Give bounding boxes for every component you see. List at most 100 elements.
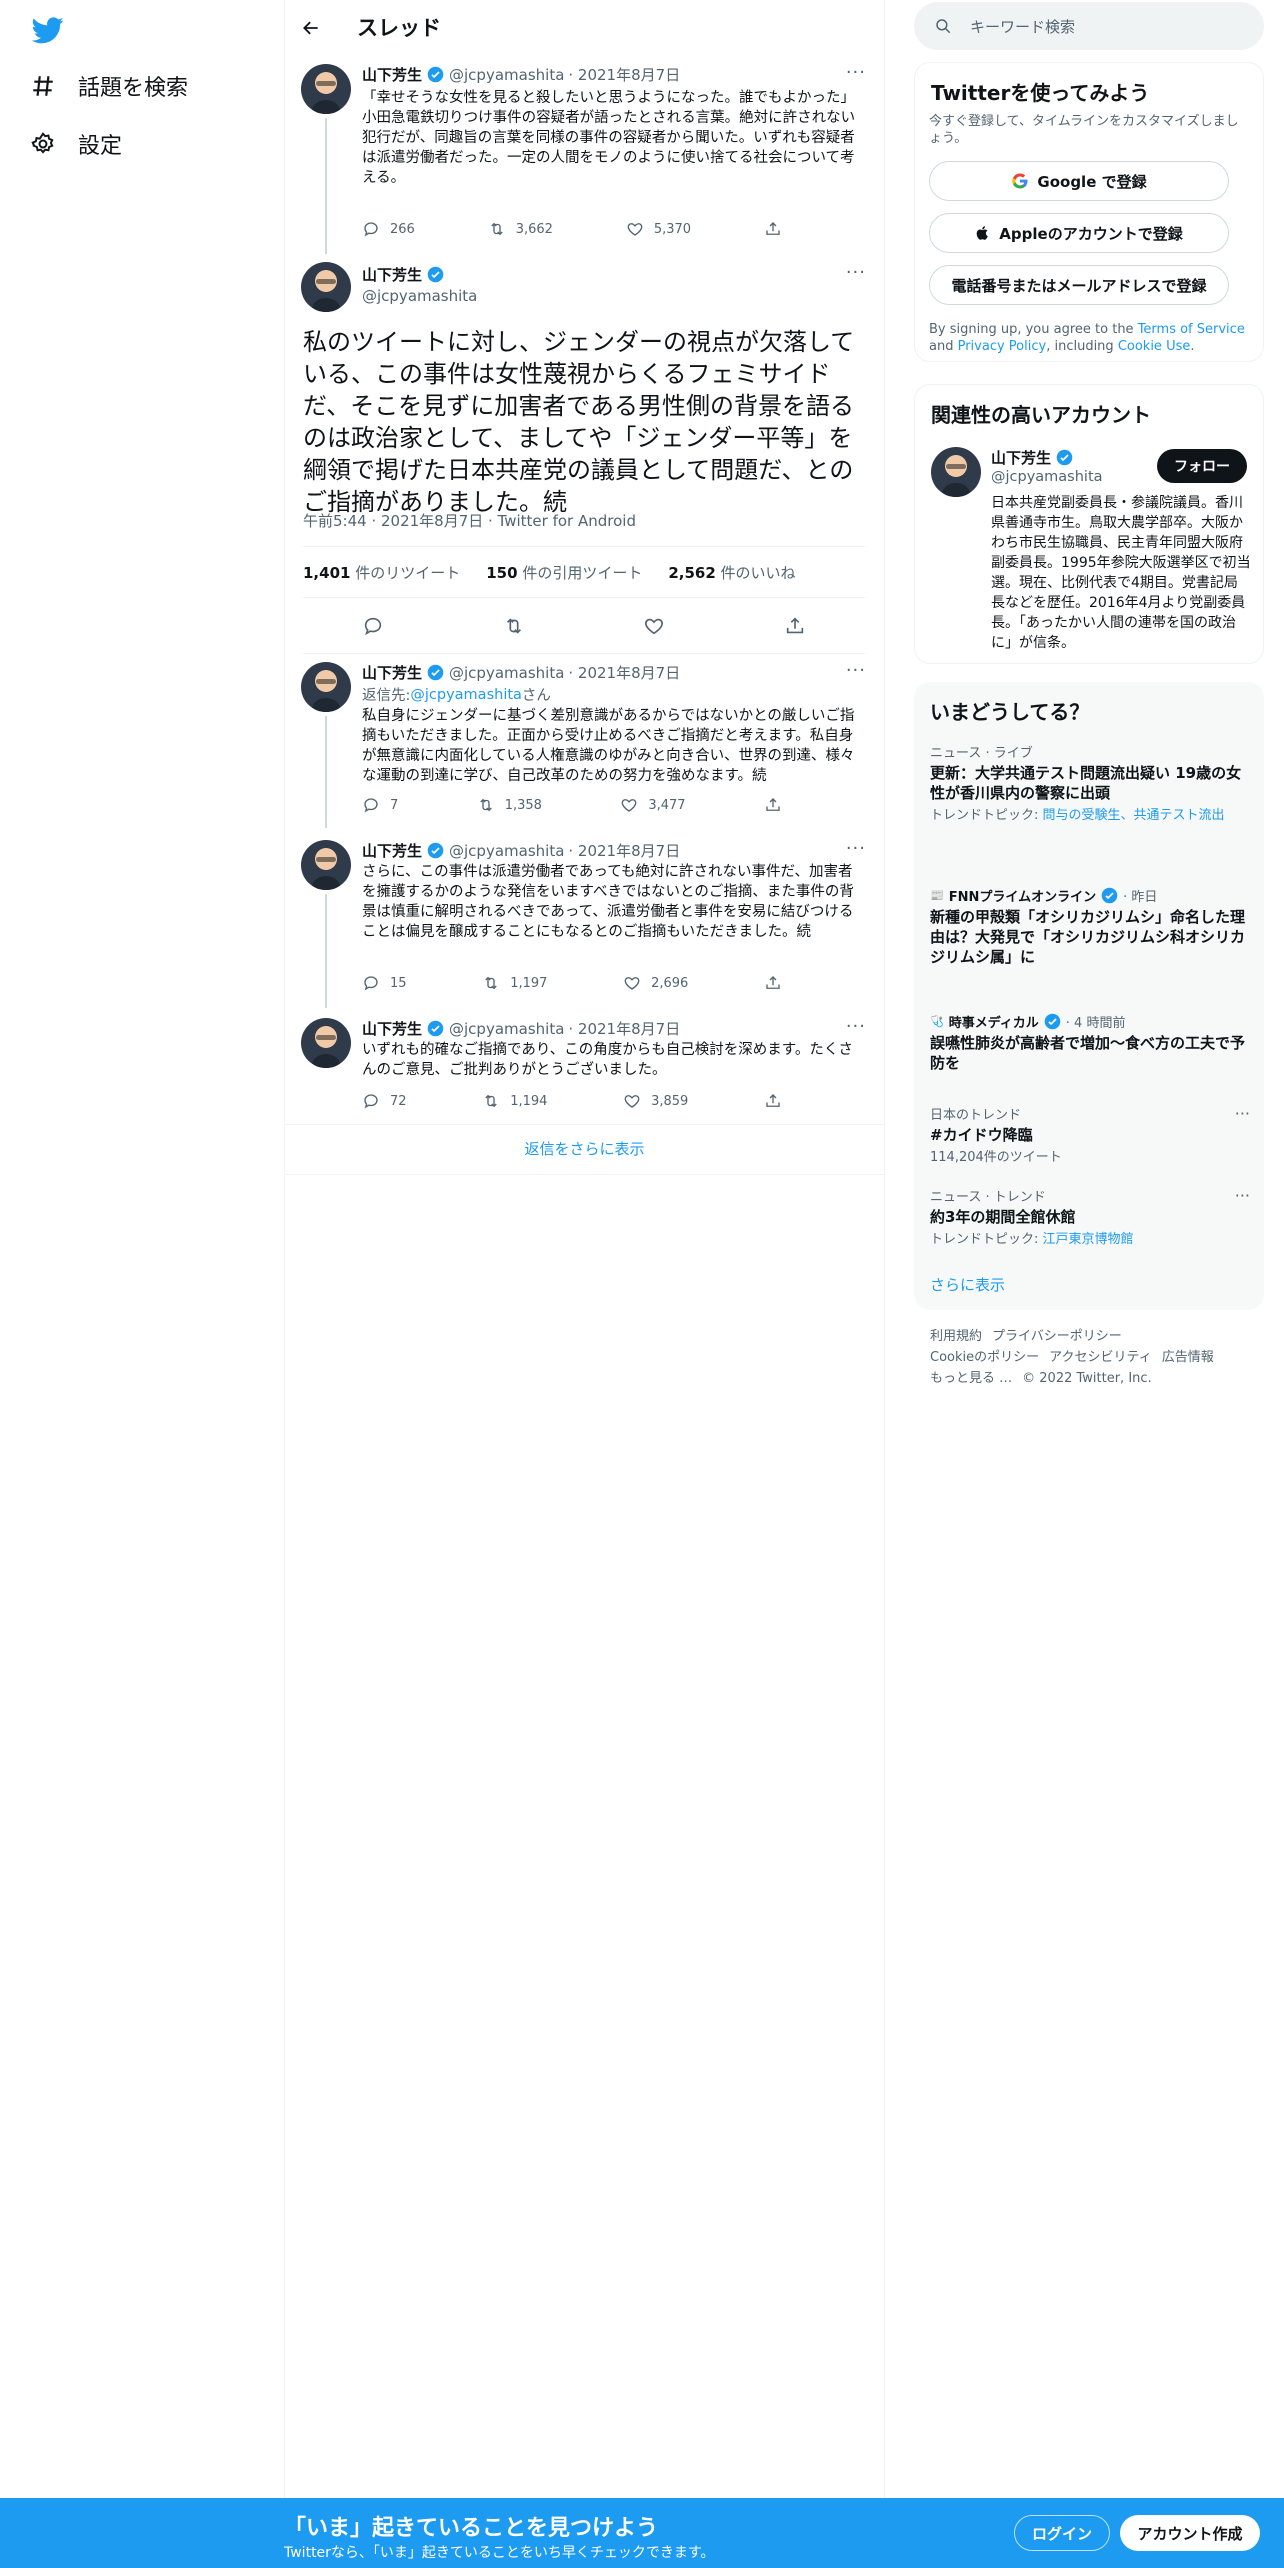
tweet-meta[interactable]: 午前5:44 · 2021年8月7日 · Twitter for Android: [303, 510, 636, 531]
retweet-button[interactable]: 1,358: [477, 796, 542, 814]
retweet-button[interactable]: 1,197: [482, 974, 547, 992]
more-options-icon[interactable]: ···: [846, 1016, 866, 1037]
retweet-icon: [479, 798, 492, 812]
tweet-date[interactable]: · 2021年8月7日: [568, 1018, 680, 1039]
retweet-button[interactable]: 3,662: [488, 220, 553, 238]
google-signup-button[interactable]: Google で登録: [929, 161, 1229, 201]
apple-signup-button[interactable]: Appleのアカウントで登録: [929, 213, 1229, 253]
trend-item[interactable]: ニュース · トレンド 約3年の期間全館休館 トレンドトピック: 江戸東京博物館…: [930, 1186, 1250, 1248]
trends-show-more-link[interactable]: さらに表示: [930, 1274, 1005, 1295]
quotes-stat[interactable]: 150 件の引用ツイート: [486, 562, 642, 583]
reply-button[interactable]: 266: [362, 220, 415, 238]
tweet-date[interactable]: · 2021年8月7日: [568, 662, 680, 683]
avatar[interactable]: [931, 447, 981, 497]
tweet-reply[interactable]: 山下芳生 @jcpyamashita · 2021年8月7日 ··· いずれも的…: [285, 1012, 884, 1124]
footer-link-ads[interactable]: 広告情報: [1162, 1350, 1214, 1365]
trend-item[interactable]: 🩺 時事メディカル · 4 時間前 誤嚥性肺炎が高齢者で増加～食べ方の工夫で予防…: [930, 1012, 1250, 1073]
terms-of-service-link[interactable]: Terms of Service: [1138, 322, 1245, 337]
phone-email-signup-button[interactable]: 電話番号またはメールアドレスで登録: [929, 265, 1229, 305]
share-button[interactable]: [764, 796, 782, 814]
author-handle[interactable]: @jcpyamashita: [449, 842, 564, 860]
share-button[interactable]: [764, 220, 782, 238]
more-options-icon[interactable]: ···: [846, 660, 866, 681]
author-handle[interactable]: @jcpyamashita: [449, 66, 564, 84]
page-title: スレッド: [357, 16, 441, 40]
author-name[interactable]: 山下芳生: [362, 662, 422, 683]
trend-topic-link[interactable]: 江戸東京博物館: [1043, 1232, 1134, 1247]
footer-link-cookie[interactable]: Cookieのポリシー: [930, 1350, 1039, 1365]
like-button[interactable]: 5,370: [626, 220, 691, 238]
reply-icon[interactable]: [362, 615, 384, 637]
author-handle[interactable]: @jcpyamashita: [449, 1020, 564, 1038]
author-name[interactable]: 山下芳生: [362, 264, 422, 285]
likes-stat[interactable]: 2,562 件のいいね: [668, 562, 795, 583]
related-account-handle[interactable]: @jcpyamashita: [991, 469, 1103, 485]
more-options-icon[interactable]: ···: [846, 62, 866, 83]
retweet-count: 3,662: [515, 221, 553, 237]
nav-settings[interactable]: 設定: [30, 128, 122, 160]
more-options-icon[interactable]: ···: [1235, 1186, 1250, 1205]
trend-title: #カイドウ降臨: [930, 1126, 1033, 1144]
retweet-button[interactable]: 1,194: [482, 1092, 547, 1110]
trend-topic-link[interactable]: 問与の受験生、共通テスト流出: [1043, 808, 1225, 823]
avatar[interactable]: [301, 662, 351, 712]
privacy-policy-link[interactable]: Privacy Policy: [958, 339, 1047, 354]
reply-button[interactable]: 15: [362, 974, 407, 992]
tweet-text: さらに、この事件は派遣労働者であっても絶対に許されない事件だ、加害者を擁護するか…: [362, 864, 854, 940]
author-handle[interactable]: @jcpyamashita: [362, 287, 477, 305]
reply-icon: [364, 798, 378, 813]
avatar[interactable]: [301, 840, 351, 890]
author-name[interactable]: 山下芳生: [362, 1018, 422, 1039]
follow-button[interactable]: フォロー: [1157, 449, 1247, 483]
share-button[interactable]: [764, 974, 782, 992]
share-button[interactable]: [764, 1092, 782, 1110]
nav-explore[interactable]: 話題を検索: [30, 70, 188, 102]
login-button[interactable]: ログイン: [1014, 2515, 1110, 2551]
tweet-reply[interactable]: 山下芳生 @jcpyamashita · 2021年8月7日 ··· さらに、こ…: [285, 834, 884, 1008]
author-name[interactable]: 山下芳生: [362, 64, 422, 85]
related-account-name-row[interactable]: 山下芳生: [991, 447, 1078, 468]
cookie-use-link[interactable]: Cookie Use: [1118, 339, 1191, 354]
back-button[interactable]: [297, 14, 325, 42]
more-options-icon[interactable]: ···: [846, 262, 866, 283]
like-button[interactable]: 3,859: [623, 1092, 688, 1110]
retweets-stat[interactable]: 1,401 件のリツイート: [303, 562, 460, 583]
likes-stat-count: 2,562: [668, 563, 716, 582]
terms-text: and: [929, 339, 958, 354]
author-handle[interactable]: @jcpyamashita: [449, 664, 564, 682]
trend-item[interactable]: 日本のトレンド #カイドウ降臨 114,204件のツイート ···: [930, 1104, 1250, 1166]
search-box[interactable]: キーワード検索: [914, 2, 1264, 50]
tweet-date[interactable]: · 2021年8月7日: [568, 64, 680, 85]
avatar[interactable]: [301, 262, 351, 312]
author-name[interactable]: 山下芳生: [362, 840, 422, 861]
twitter-logo-icon[interactable]: [30, 14, 66, 46]
tweet-reply[interactable]: 山下芳生 @jcpyamashita · 2021年8月7日 ··· 返信先: …: [285, 656, 884, 828]
more-options-icon[interactable]: ···: [846, 838, 866, 859]
more-options-icon[interactable]: ···: [1235, 1104, 1250, 1123]
reply-mention-link[interactable]: @jcpyamashita: [410, 687, 522, 703]
like-button[interactable]: 2,696: [623, 974, 688, 992]
thread-connector: [325, 894, 327, 1008]
avatar[interactable]: [301, 1018, 351, 1068]
trend-item[interactable]: ニュース · ライブ 更新：大学共通テスト問題流出疑い 19歳の女性が香川県内の…: [930, 742, 1250, 824]
tweet-date[interactable]: · 2021年8月7日: [568, 840, 680, 861]
show-more-replies-link[interactable]: 返信をさらに表示: [285, 1138, 884, 1159]
heart-icon[interactable]: [643, 615, 665, 637]
avatar[interactable]: [301, 64, 351, 114]
retweet-icon[interactable]: [503, 615, 525, 637]
retweet-icon: [485, 976, 497, 990]
footer-link-terms[interactable]: 利用規約: [930, 1329, 982, 1344]
heart-icon: [622, 799, 637, 812]
footer-link-accessibility[interactable]: アクセシビリティ: [1049, 1350, 1152, 1365]
trend-title: 誤嚥性肺炎が高齢者で増加～食べ方の工夫で予防を: [930, 1034, 1246, 1072]
reply-button[interactable]: 7: [362, 796, 398, 814]
signup-button[interactable]: アカウント作成: [1120, 2515, 1260, 2551]
footer-link-privacy[interactable]: プライバシーポリシー: [992, 1329, 1122, 1344]
reply-button[interactable]: 72: [362, 1092, 407, 1110]
tweet-parent[interactable]: 山下芳生 @jcpyamashita · 2021年8月7日 ··· 「幸せそう…: [285, 58, 884, 254]
trend-item[interactable]: 📰 FNNプライムオンライン · 昨日 新種の甲殻類「オシリカジリムシ」命名した…: [930, 886, 1250, 967]
like-button[interactable]: 3,477: [620, 796, 686, 814]
share-icon[interactable]: [784, 615, 806, 637]
footer-link-more[interactable]: もっと見る …: [930, 1371, 1012, 1386]
share-icon: [766, 976, 780, 989]
